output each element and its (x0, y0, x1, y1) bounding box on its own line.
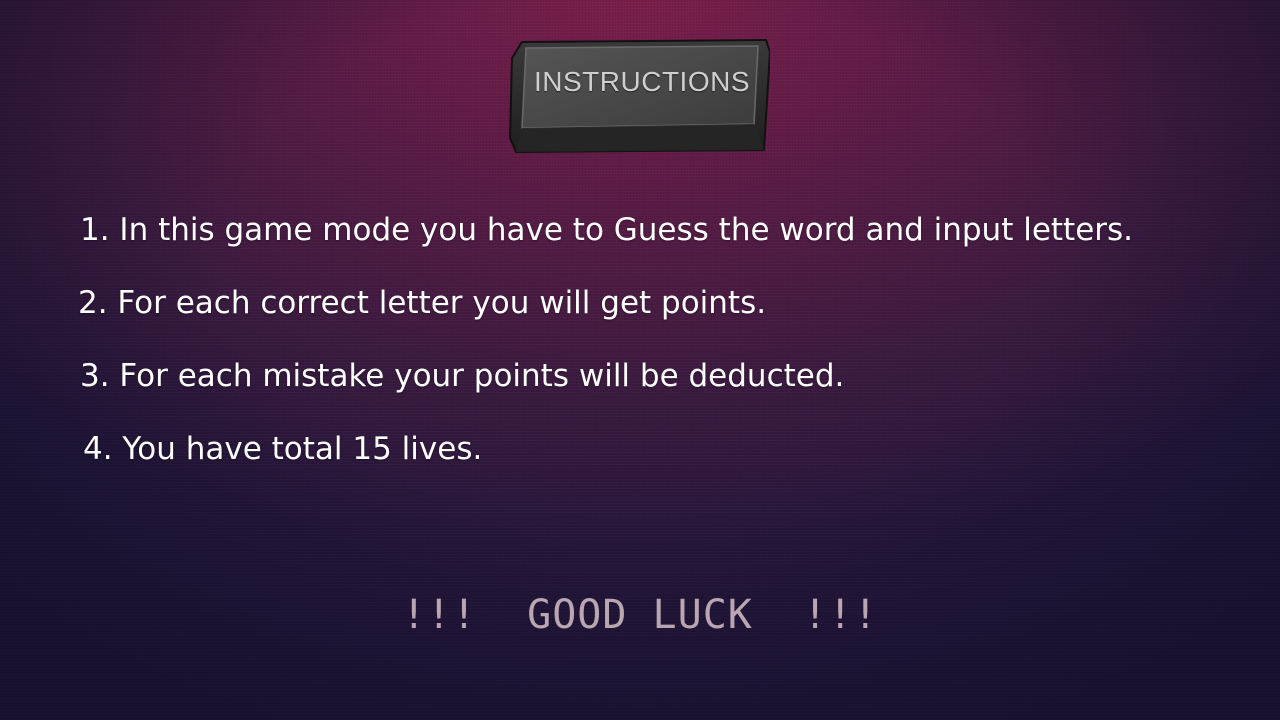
instructions-title: INSTRUCTIONS (534, 66, 750, 97)
rule-item: 3. For each mistake your points will be … (80, 358, 845, 394)
rule-item: 2. For each correct letter you will get … (78, 285, 767, 321)
rule-item: 4. You have total 15 lives. (83, 431, 483, 467)
good-luck-message: !!! GOOD LUCK !!! (401, 592, 879, 638)
rule-item: 1. In this game mode you have to Guess t… (80, 212, 1134, 248)
rules-list: 1. In this game mode you have to Guess t… (78, 212, 1134, 504)
instructions-title-key: INSTRUCTIONS (508, 38, 770, 154)
